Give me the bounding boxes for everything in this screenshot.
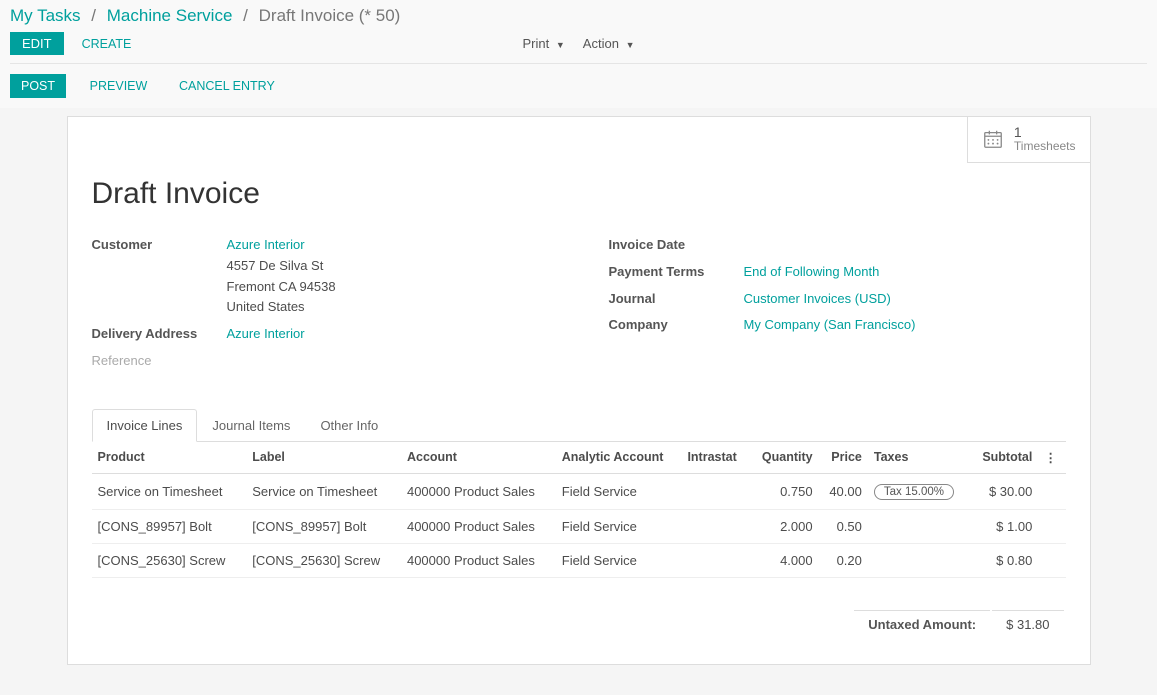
- cell-taxes: Tax 15.00%: [868, 473, 970, 509]
- th-quantity: Quantity: [749, 442, 818, 474]
- addr-city: Fremont CA 94538: [227, 279, 336, 294]
- cell-intrastat: [681, 509, 749, 543]
- cell-label: [CONS_89957] Bolt: [246, 509, 401, 543]
- cell-product: [CONS_89957] Bolt: [92, 509, 247, 543]
- form-sheet: 1 Timesheets Draft Invoice Customer Azur…: [67, 116, 1091, 665]
- th-subtotal: Subtotal: [970, 442, 1039, 474]
- tab-journal-items[interactable]: Journal Items: [197, 409, 305, 442]
- cell-price: 0.20: [819, 543, 868, 577]
- notebook-tabs: Invoice Lines Journal Items Other Info: [92, 408, 1066, 442]
- cell-subtotal: $ 0.80: [970, 543, 1039, 577]
- cancel-entry-button[interactable]: CANCEL ENTRY: [171, 74, 283, 98]
- th-price: Price: [819, 442, 868, 474]
- th-label: Label: [246, 442, 401, 474]
- breadcrumb-link-machine-service[interactable]: Machine Service: [107, 6, 233, 25]
- delivery-link[interactable]: Azure Interior: [227, 326, 305, 341]
- cell-analytic: Field Service: [556, 473, 682, 509]
- caret-down-icon: ▼: [626, 40, 635, 50]
- print-label: Print: [523, 36, 550, 51]
- page-title: Draft Invoice: [92, 177, 1066, 211]
- payment-terms-link[interactable]: End of Following Month: [744, 264, 880, 279]
- cell-analytic: Field Service: [556, 543, 682, 577]
- label-company: Company: [609, 315, 744, 336]
- cell-taxes: [868, 543, 970, 577]
- cell-intrastat: [681, 543, 749, 577]
- label-reference: Reference: [92, 351, 227, 372]
- totals: Untaxed Amount: $ 31.80: [92, 608, 1066, 640]
- cell-intrastat: [681, 473, 749, 509]
- stat-label: Timesheets: [1014, 140, 1076, 153]
- cell-quantity: 0.750: [749, 473, 818, 509]
- journal-link[interactable]: Customer Invoices (USD): [744, 291, 891, 306]
- cell-subtotal: $ 30.00: [970, 473, 1039, 509]
- cell-quantity: 2.000: [749, 509, 818, 543]
- cell-product: [CONS_25630] Screw: [92, 543, 247, 577]
- left-column: Customer Azure Interior 4557 De Silva St…: [92, 235, 549, 378]
- cell-label: Service on Timesheet: [246, 473, 401, 509]
- reference-value: [227, 351, 549, 372]
- cell-product: Service on Timesheet: [92, 473, 247, 509]
- breadcrumb-sep-2: /: [243, 6, 248, 25]
- post-button[interactable]: POST: [10, 74, 66, 98]
- right-column: Invoice Date Payment Terms End of Follow…: [609, 235, 1066, 378]
- tab-invoice-lines[interactable]: Invoice Lines: [92, 409, 198, 442]
- label-invoice-date: Invoice Date: [609, 235, 744, 256]
- tax-tag: Tax 15.00%: [874, 484, 954, 500]
- th-product: Product: [92, 442, 247, 474]
- preview-button[interactable]: PREVIEW: [82, 74, 156, 98]
- cell-quantity: 4.000: [749, 543, 818, 577]
- th-intrastat: Intrastat: [681, 442, 749, 474]
- table-row[interactable]: [CONS_25630] Screw[CONS_25630] Screw4000…: [92, 543, 1066, 577]
- th-taxes: Taxes: [868, 442, 970, 474]
- cell-account: 400000 Product Sales: [401, 543, 556, 577]
- cell-account: 400000 Product Sales: [401, 473, 556, 509]
- label-journal: Journal: [609, 289, 744, 310]
- breadcrumb-current: Draft Invoice (* 50): [259, 6, 401, 25]
- print-dropdown[interactable]: Print ▼: [523, 36, 565, 51]
- cell-account: 400000 Product Sales: [401, 509, 556, 543]
- cell-analytic: Field Service: [556, 509, 682, 543]
- action-dropdown[interactable]: Action ▼: [583, 36, 635, 51]
- breadcrumb: My Tasks / Machine Service / Draft Invoi…: [0, 0, 1157, 26]
- breadcrumb-link-mytasks[interactable]: My Tasks: [10, 6, 81, 25]
- control-panel: EDIT CREATE Print ▼ Action ▼: [0, 26, 1157, 63]
- untaxed-label: Untaxed Amount:: [854, 610, 990, 638]
- th-account: Account: [401, 442, 556, 474]
- th-analytic: Analytic Account: [556, 442, 682, 474]
- addr-street: 4557 De Silva St: [227, 258, 324, 273]
- company-link[interactable]: My Company (San Francisco): [744, 317, 916, 332]
- untaxed-value: $ 31.80: [992, 610, 1063, 638]
- cell-spacer: [1038, 543, 1065, 577]
- create-button[interactable]: CREATE: [74, 33, 140, 55]
- th-options[interactable]: ⋮: [1038, 442, 1065, 474]
- stat-count: 1: [1014, 125, 1076, 140]
- edit-button[interactable]: EDIT: [10, 32, 64, 55]
- breadcrumb-sep-1: /: [91, 6, 96, 25]
- invoice-lines-table: Product Label Account Analytic Account I…: [92, 442, 1066, 578]
- cell-subtotal: $ 1.00: [970, 509, 1039, 543]
- cell-taxes: [868, 509, 970, 543]
- invoice-date-value: [744, 235, 1066, 256]
- cell-price: 40.00: [819, 473, 868, 509]
- label-customer: Customer: [92, 235, 227, 318]
- table-row[interactable]: Service on TimesheetService on Timesheet…: [92, 473, 1066, 509]
- label-delivery-address: Delivery Address: [92, 324, 227, 345]
- stat-button-timesheets[interactable]: 1 Timesheets: [967, 117, 1090, 163]
- caret-down-icon: ▼: [556, 40, 565, 50]
- cell-spacer: [1038, 509, 1065, 543]
- calendar-icon: [982, 128, 1004, 150]
- tab-other-info[interactable]: Other Info: [305, 409, 393, 442]
- addr-country: United States: [227, 299, 305, 314]
- label-payment-terms: Payment Terms: [609, 262, 744, 283]
- cell-price: 0.50: [819, 509, 868, 543]
- cell-label: [CONS_25630] Screw: [246, 543, 401, 577]
- status-bar: POST PREVIEW CANCEL ENTRY: [0, 64, 1157, 108]
- action-label: Action: [583, 36, 619, 51]
- table-row[interactable]: [CONS_89957] Bolt[CONS_89957] Bolt400000…: [92, 509, 1066, 543]
- customer-link[interactable]: Azure Interior: [227, 237, 305, 252]
- cell-spacer: [1038, 473, 1065, 509]
